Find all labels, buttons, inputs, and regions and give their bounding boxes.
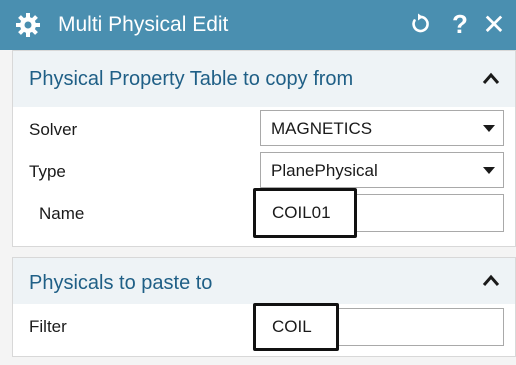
name-label: Name	[39, 204, 85, 223]
solver-label: Solver	[29, 120, 78, 139]
filter-highlight-box: COIL	[253, 303, 339, 351]
paste-to-group: Physicals to paste to Filter COIL	[12, 257, 516, 357]
solver-value: MAGNETICS	[271, 119, 373, 138]
help-button[interactable]: ?	[446, 9, 474, 39]
chevron-down-icon	[483, 125, 495, 132]
chevron-up-icon[interactable]	[479, 269, 503, 293]
type-label: Type	[29, 162, 66, 181]
copy-from-group: Physical Property Table to copy from Sol…	[12, 50, 516, 247]
type-select[interactable]: PlanePhysical	[260, 152, 504, 188]
filter-label: Filter	[29, 317, 67, 336]
reset-icon	[412, 13, 429, 33]
copy-from-header[interactable]: Physical Property Table to copy from	[13, 51, 515, 107]
reset-button[interactable]	[406, 10, 434, 38]
paste-to-title: Physicals to paste to	[29, 272, 213, 294]
paste-to-header[interactable]: Physicals to paste to	[13, 258, 515, 304]
dialog-titlebar: Multi Physical Edit ? ✕	[0, 0, 516, 50]
solver-select[interactable]: MAGNETICS	[260, 110, 504, 146]
dialog-body: Physical Property Table to copy from Sol…	[0, 50, 516, 365]
dialog-title: Multi Physical Edit	[58, 13, 229, 36]
copy-from-title: Physical Property Table to copy from	[29, 68, 354, 90]
gear-icon	[16, 13, 40, 37]
chevron-up-icon[interactable]	[479, 67, 503, 91]
close-button[interactable]: ✕	[480, 9, 508, 40]
name-highlight-box: COIL01	[253, 188, 357, 238]
filter-value: COIL	[272, 317, 312, 336]
name-value: COIL01	[272, 203, 331, 222]
chevron-down-icon	[483, 167, 495, 174]
type-value: PlanePhysical	[271, 161, 378, 180]
